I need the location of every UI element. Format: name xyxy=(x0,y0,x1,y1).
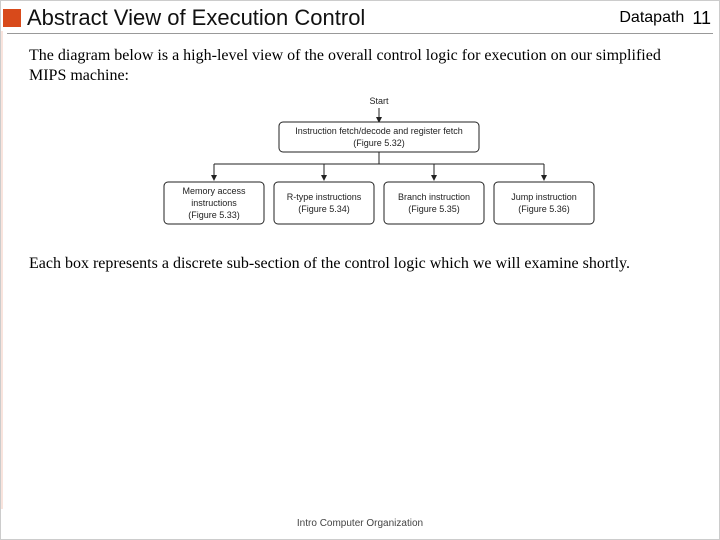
diagram-box-2-l1: Branch instruction xyxy=(398,192,470,202)
slide-header: Abstract View of Execution Control Datap… xyxy=(1,1,719,31)
section-label: Datapath xyxy=(619,9,684,27)
diagram-start-label: Start xyxy=(369,96,389,106)
diagram-box-3-l1: Jump instruction xyxy=(511,192,577,202)
diagram-box-2 xyxy=(384,182,484,224)
diagram: Start Instruction fetch/decode and regis… xyxy=(159,94,599,234)
diagram-root-l2: (Figure 5.32) xyxy=(353,138,405,148)
slide: Abstract View of Execution Control Datap… xyxy=(0,0,720,540)
footer-text: Intro Computer Organization xyxy=(1,518,719,529)
diagram-box-0-l1: Memory access xyxy=(182,186,246,196)
diagram-box-3-l2: (Figure 5.36) xyxy=(518,204,570,214)
diagram-box-2-l2: (Figure 5.35) xyxy=(408,204,460,214)
diagram-box-0-l2: instructions xyxy=(191,198,237,208)
intro-text: The diagram below is a high-level view o… xyxy=(29,46,691,86)
diagram-box-0-l3: (Figure 5.33) xyxy=(188,210,240,220)
bullet-icon xyxy=(3,9,21,27)
diagram-box-3 xyxy=(494,182,594,224)
outro-text: Each box represents a discrete sub-secti… xyxy=(29,254,691,274)
slide-title: Abstract View of Execution Control xyxy=(27,5,619,31)
diagram-root-l1: Instruction fetch/decode and register fe… xyxy=(295,126,463,136)
diagram-box-1-l2: (Figure 5.34) xyxy=(298,204,350,214)
page-number: 11 xyxy=(692,8,711,29)
diagram-box-1 xyxy=(274,182,374,224)
accent-edge xyxy=(1,31,3,509)
diagram-box-1-l1: R-type instructions xyxy=(287,192,362,202)
slide-body: The diagram below is a high-level view o… xyxy=(1,34,719,274)
